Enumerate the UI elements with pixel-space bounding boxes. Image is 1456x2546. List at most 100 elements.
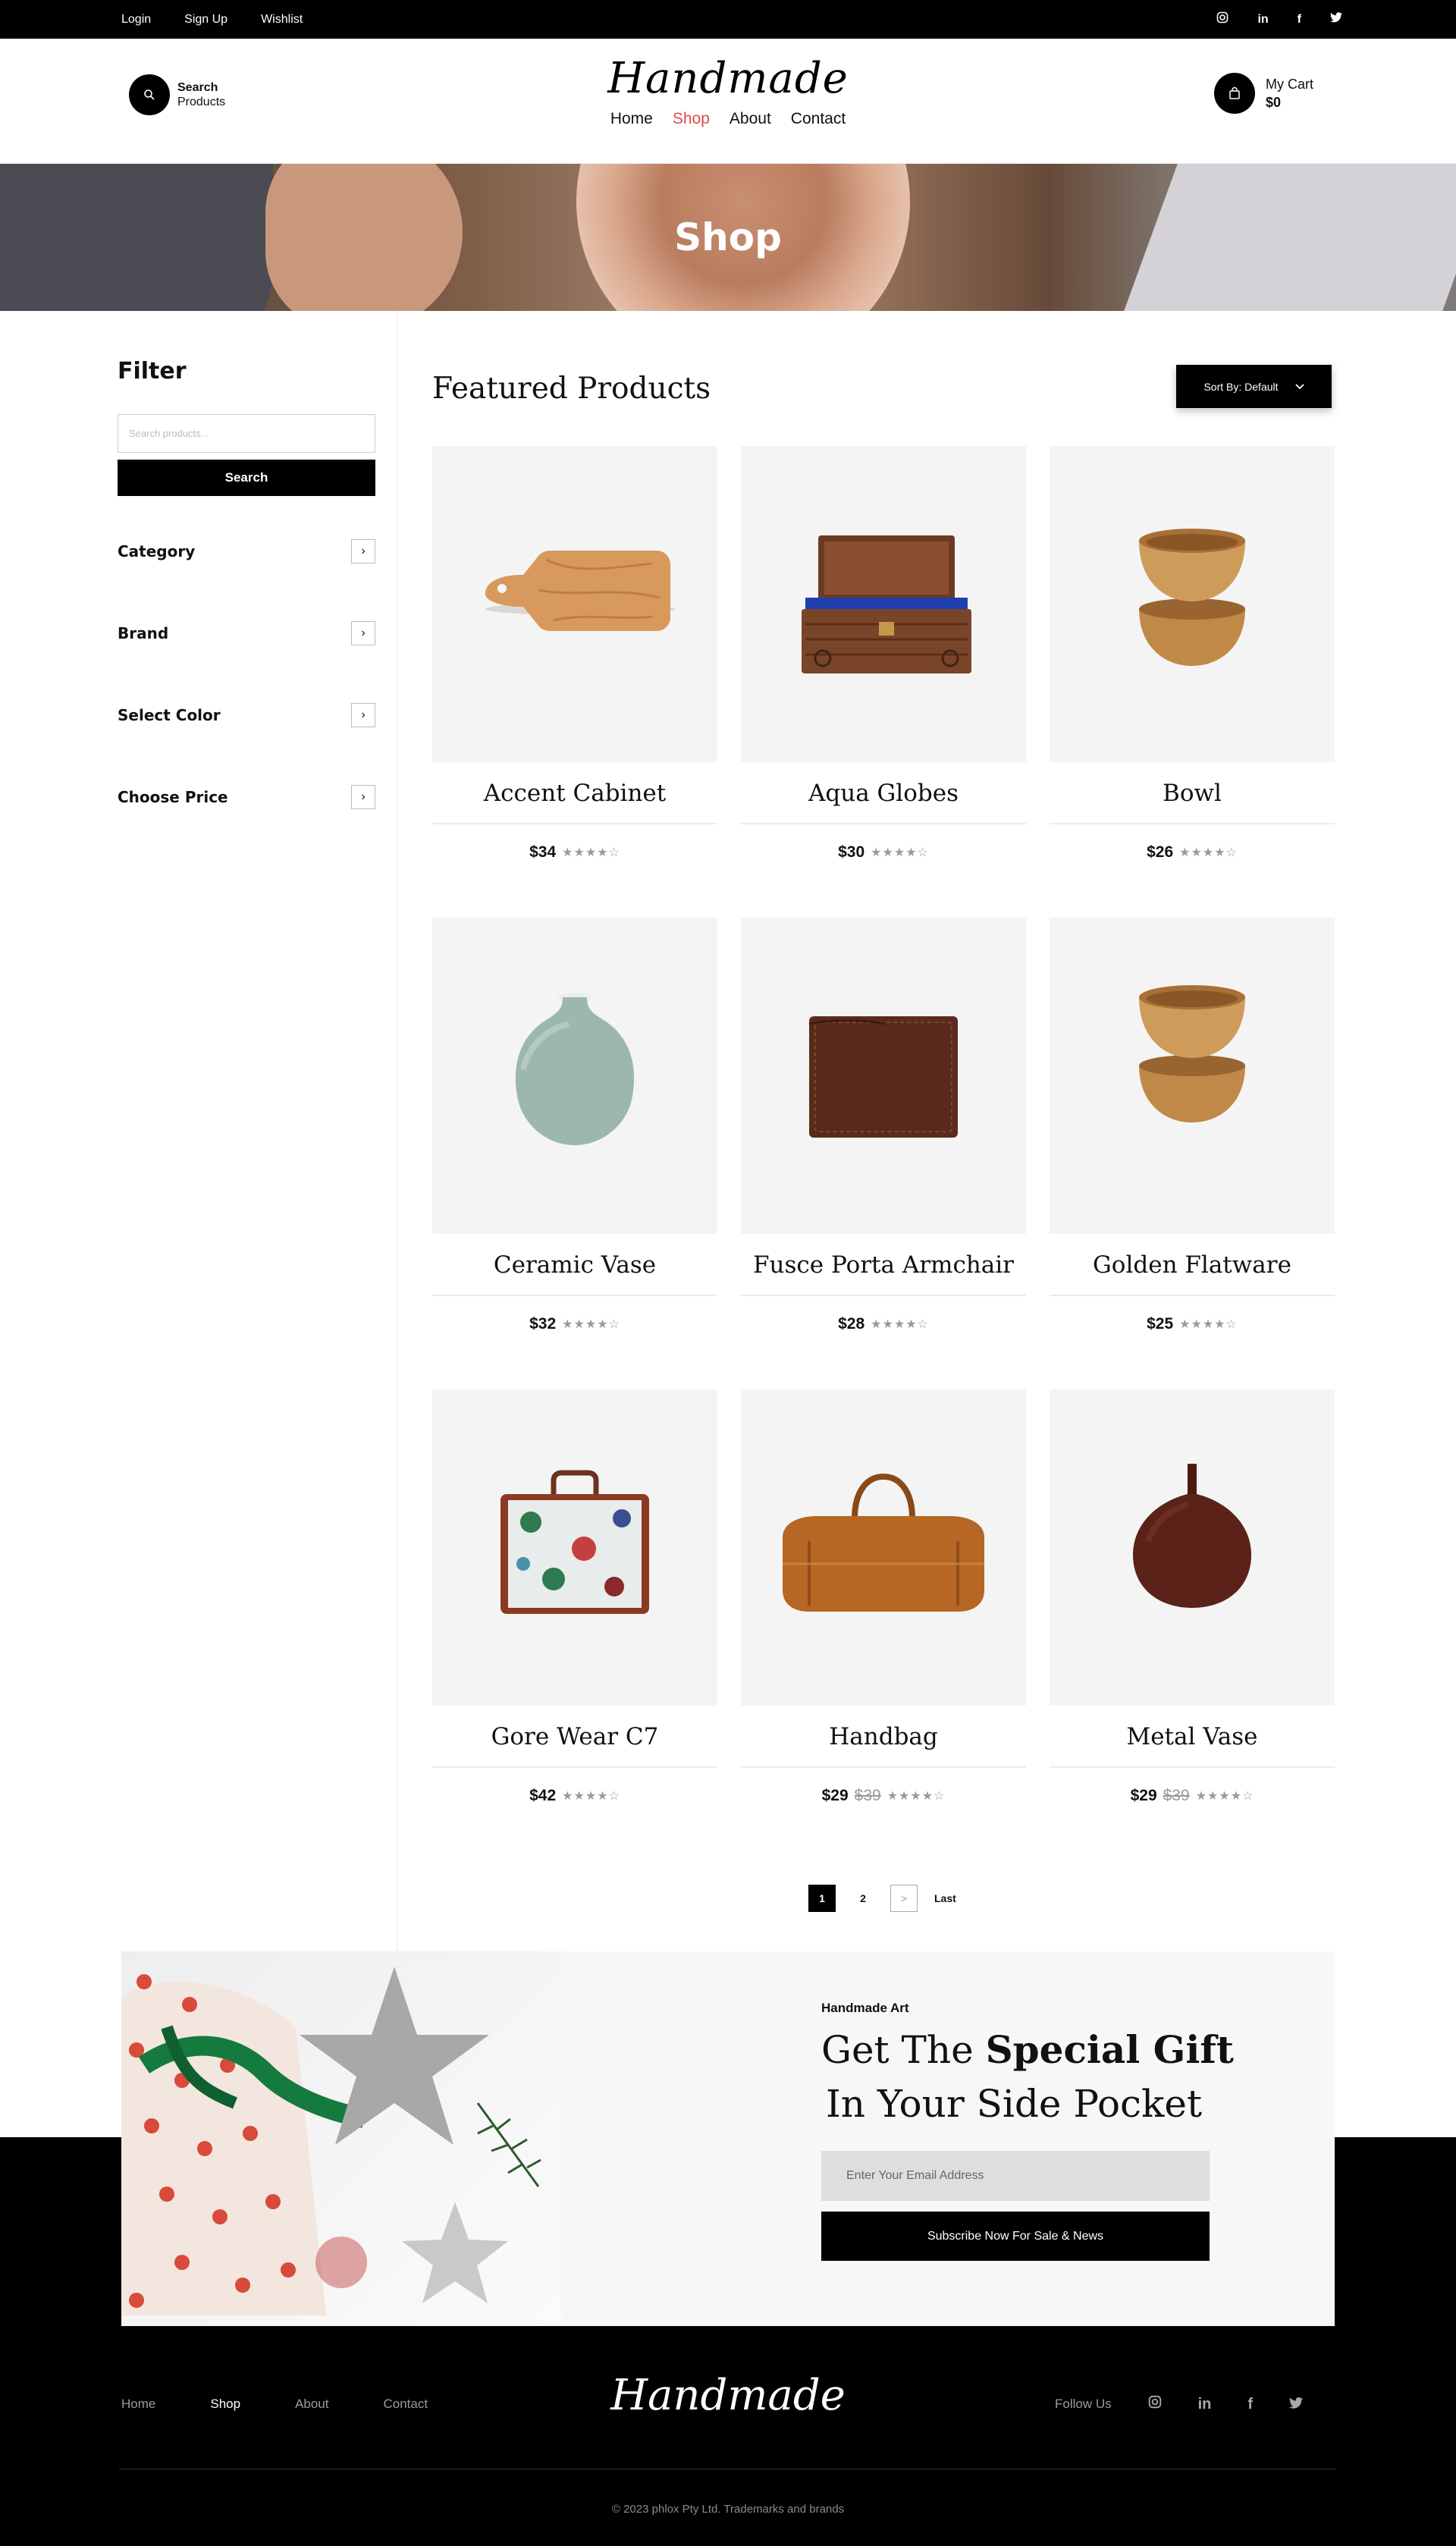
product-price-row: $42 ★★★★☆ bbox=[432, 1768, 717, 1824]
product-old-price: $39 bbox=[1163, 1787, 1190, 1804]
product-name[interactable]: Accent Cabinet bbox=[432, 762, 717, 824]
product-name[interactable]: Ceramic Vase bbox=[432, 1234, 717, 1296]
chevron-right-icon[interactable]: › bbox=[351, 785, 375, 809]
wooden-chest-icon bbox=[802, 535, 971, 673]
product-card[interactable]: Metal Vase $29 $39 ★★★★☆ bbox=[1050, 1389, 1335, 1824]
rating-stars: ★★★★☆ bbox=[562, 846, 620, 859]
product-image[interactable] bbox=[1050, 918, 1335, 1234]
nav-shop[interactable]: Shop bbox=[673, 110, 710, 128]
twitter-icon[interactable] bbox=[1330, 12, 1342, 27]
product-image[interactable] bbox=[741, 446, 1026, 762]
product-card[interactable]: Fusce Porta Armchair $28 ★★★★☆ bbox=[741, 918, 1026, 1352]
linkedin-icon[interactable]: in bbox=[1198, 2396, 1212, 2413]
instagram-icon[interactable] bbox=[1216, 11, 1228, 27]
leather-duffel-bag-icon bbox=[783, 1473, 984, 1612]
next-page-icon[interactable]: > bbox=[890, 1885, 918, 1912]
product-price: $29 bbox=[821, 1787, 849, 1804]
promo-eyebrow: Handmade Art bbox=[821, 2001, 909, 2015]
product-card[interactable]: Aqua Globes $30 ★★★★☆ bbox=[741, 446, 1026, 881]
product-image[interactable] bbox=[432, 1389, 717, 1706]
facet-category[interactable]: Category › bbox=[118, 538, 375, 564]
rating-stars: ★★★★☆ bbox=[871, 1318, 929, 1331]
chevron-right-icon[interactable]: › bbox=[351, 621, 375, 645]
promo-title-line2: In Your Side Pocket bbox=[826, 2082, 1203, 2126]
product-name[interactable]: Gore Wear C7 bbox=[432, 1706, 717, 1768]
nav-home[interactable]: Home bbox=[610, 110, 653, 128]
facet-label: Brand bbox=[118, 624, 169, 642]
twitter-icon[interactable] bbox=[1289, 2396, 1304, 2413]
facet-price[interactable]: Choose Price › bbox=[118, 784, 375, 810]
rating-stars: ★★★★☆ bbox=[1179, 846, 1238, 859]
product-price-row: $32 ★★★★☆ bbox=[432, 1296, 717, 1352]
product-name[interactable]: Handbag bbox=[741, 1706, 1026, 1768]
product-price: $42 bbox=[529, 1787, 557, 1804]
sort-dropdown[interactable]: Sort By: Default bbox=[1176, 365, 1332, 408]
copyright-text: © 2023 phlox Pty Ltd. Trademarks and bra… bbox=[611, 2503, 845, 2516]
ceramic-vase-icon bbox=[515, 993, 635, 1145]
wooden-bowls-icon bbox=[1139, 529, 1245, 666]
product-search-input[interactable] bbox=[118, 414, 375, 453]
cart-summary: My Cart $0 bbox=[1266, 75, 1313, 111]
wishlist-link[interactable]: Wishlist bbox=[261, 13, 303, 27]
signup-link[interactable]: Sign Up bbox=[184, 13, 228, 27]
rating-stars: ★★★★☆ bbox=[1179, 1318, 1238, 1331]
product-card[interactable]: Bowl $26 ★★★★☆ bbox=[1050, 446, 1335, 881]
facet-color[interactable]: Select Color › bbox=[118, 702, 375, 728]
wooden-bowls-icon bbox=[1139, 985, 1245, 1122]
facebook-icon[interactable]: f bbox=[1298, 13, 1301, 27]
product-name[interactable]: Golden Flatware bbox=[1050, 1234, 1335, 1296]
product-price: $29 bbox=[1130, 1787, 1157, 1804]
product-price: $32 bbox=[529, 1315, 557, 1333]
pagination: 1 2 > Last bbox=[808, 1885, 959, 1912]
facet-brand[interactable]: Brand › bbox=[118, 620, 375, 646]
product-image[interactable] bbox=[741, 1389, 1026, 1706]
chevron-right-icon[interactable]: › bbox=[351, 539, 375, 564]
product-search-button[interactable]: Search bbox=[118, 460, 375, 496]
product-image[interactable] bbox=[1050, 446, 1335, 762]
subscribe-button[interactable]: Subscribe Now For Sale & News bbox=[821, 2212, 1210, 2261]
promo-title-bold: Special Gift bbox=[985, 2027, 1234, 2072]
cutting-board-icon bbox=[485, 551, 675, 631]
featured-products-title: Featured Products bbox=[432, 372, 711, 406]
nav-contact[interactable]: Contact bbox=[791, 110, 846, 128]
cart-button[interactable]: My Cart $0 bbox=[1214, 73, 1313, 114]
facet-label: Category bbox=[118, 542, 196, 560]
product-price: $26 bbox=[1147, 843, 1174, 861]
top-bar: Login Sign Up Wishlist in f bbox=[0, 0, 1456, 39]
product-card[interactable]: Accent Cabinet $34 ★★★★☆ bbox=[432, 446, 717, 881]
nav-about[interactable]: About bbox=[730, 110, 771, 128]
product-image[interactable] bbox=[1050, 1389, 1335, 1706]
product-image[interactable] bbox=[741, 918, 1026, 1234]
product-card[interactable]: Handbag $29 $39 ★★★★☆ bbox=[741, 1389, 1026, 1824]
email-field[interactable] bbox=[821, 2151, 1210, 2201]
product-price: $34 bbox=[529, 843, 557, 861]
product-image[interactable] bbox=[432, 918, 717, 1234]
product-name[interactable]: Aqua Globes bbox=[741, 762, 1026, 824]
product-price: $25 bbox=[1147, 1315, 1174, 1333]
page-2-button[interactable]: 2 bbox=[849, 1885, 877, 1912]
product-price-row: $29 $39 ★★★★☆ bbox=[1050, 1768, 1335, 1824]
product-price-row: $29 $39 ★★★★☆ bbox=[741, 1768, 1026, 1824]
product-image[interactable] bbox=[432, 446, 717, 762]
product-name[interactable]: Bowl bbox=[1050, 762, 1335, 824]
filter-title: Filter bbox=[118, 358, 187, 385]
product-price-row: $26 ★★★★☆ bbox=[1050, 824, 1335, 881]
product-card[interactable]: Gore Wear C7 $42 ★★★★☆ bbox=[432, 1389, 717, 1824]
social-links: in f bbox=[1216, 0, 1342, 39]
rating-stars: ★★★★☆ bbox=[1195, 1790, 1254, 1803]
sort-label: Sort By: Default bbox=[1203, 380, 1279, 393]
gift-image bbox=[121, 1951, 561, 2326]
linkedin-icon[interactable]: in bbox=[1257, 13, 1268, 27]
product-name[interactable]: Metal Vase bbox=[1050, 1706, 1335, 1768]
page-title: Shop bbox=[674, 215, 782, 259]
facebook-icon[interactable]: f bbox=[1247, 2396, 1253, 2413]
dark-vase-icon bbox=[1133, 1464, 1251, 1608]
product-card[interactable]: Golden Flatware $25 ★★★★☆ bbox=[1050, 918, 1335, 1352]
product-name[interactable]: Fusce Porta Armchair bbox=[741, 1234, 1026, 1296]
last-page-button[interactable]: Last bbox=[931, 1885, 959, 1912]
product-card[interactable]: Ceramic Vase $32 ★★★★☆ bbox=[432, 918, 717, 1352]
login-link[interactable]: Login bbox=[121, 13, 151, 27]
chevron-right-icon[interactable]: › bbox=[351, 703, 375, 727]
page-1-button[interactable]: 1 bbox=[808, 1885, 836, 1912]
instagram-icon[interactable] bbox=[1148, 2395, 1162, 2413]
